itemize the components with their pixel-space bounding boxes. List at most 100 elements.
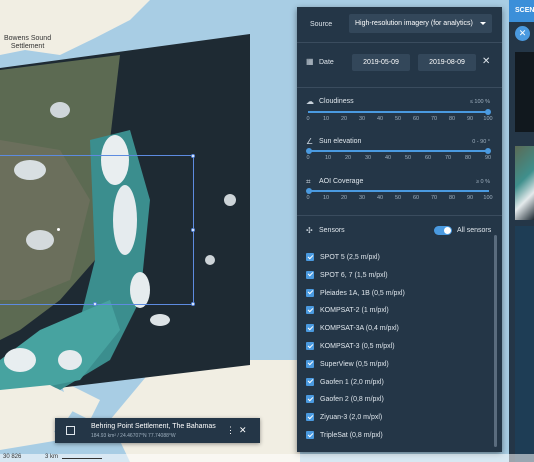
scene-thumbnail[interactable] [515, 52, 534, 132]
aoi-coverage-label: AOI Coverage [319, 178, 364, 185]
all-sensors-label: All sensors [457, 227, 492, 234]
tick-label: 40 [384, 155, 392, 161]
scale-label: 3 km [45, 454, 59, 460]
clear-dates-icon[interactable]: ✕ [482, 57, 490, 67]
aoi-coverage-ticks: 0 10 20 30 40 50 60 70 80 90 100 [305, 195, 493, 202]
divider [297, 42, 502, 43]
sensor-checkbox[interactable] [306, 395, 314, 404]
tick-label: 10 [322, 195, 330, 201]
sensor-label: TripleSat (0,8 m/pxl) [320, 432, 383, 439]
cloud-icon: ☁ [306, 97, 314, 106]
aoi-info-card: Behring Point Settlement, The Bahamas 18… [55, 418, 260, 443]
close-icon[interactable]: ✕ [515, 26, 530, 41]
aoi-coverage-value: ≥ 0 % [475, 179, 490, 185]
sensor-checkbox[interactable] [306, 342, 314, 350]
sun-elevation-icon: ∠ [306, 137, 314, 146]
aoi-coverage-slider-handle[interactable] [306, 188, 312, 194]
tick-label: 0 [306, 116, 310, 122]
tick-label: 90 [484, 155, 492, 161]
cloudiness-value: ≤ 100 % [469, 99, 490, 105]
tick-label: 80 [464, 155, 472, 161]
date-to-input[interactable]: 2019-08-09 [418, 54, 476, 71]
sun-elevation-max-handle[interactable] [485, 148, 491, 154]
satellite-icon: ✣ [306, 226, 313, 235]
sun-elevation-label: Sun elevation [319, 138, 362, 145]
aoi-coverage-slider[interactable] [306, 188, 489, 194]
place-label: Bowens Sound Settlement [4, 35, 52, 50]
sensor-checkbox[interactable] [306, 413, 314, 422]
tick-label: 60 [424, 155, 432, 161]
sensor-checkbox[interactable] [306, 377, 314, 386]
sensor-label: SuperView (0,5 m/pxl) [320, 360, 389, 368]
frame-icon[interactable] [66, 426, 75, 435]
aoi-handle-top-right[interactable] [191, 154, 195, 158]
sensor-label: KOMPSAT-2 (1 m/pxl) [320, 307, 389, 315]
tick-label: 30 [364, 155, 372, 161]
scale-line [62, 458, 102, 459]
cloudiness-slider-handle[interactable] [485, 109, 491, 115]
close-icon[interactable]: ✕ [239, 425, 247, 436]
tick-label: 50 [394, 195, 402, 201]
tick-label: 10 [322, 116, 330, 122]
sensor-label: SPOT 6, 7 (1,5 m/pxl) [320, 271, 388, 279]
date-from-input[interactable]: 2019-05-09 [352, 54, 410, 71]
all-sensors-toggle[interactable] [434, 226, 452, 235]
scenes-panel-header[interactable]: SCEN [509, 0, 534, 22]
chevron-down-icon [480, 22, 486, 25]
search-filters-panel: Source High-resolution imagery (for anal… [297, 7, 502, 452]
tick-label: 20 [344, 155, 352, 161]
tick-label: 80 [448, 116, 456, 122]
aoi-title: Behring Point Settlement, The Bahamas [91, 423, 216, 430]
aoi-handle-bottom-right[interactable] [191, 302, 195, 306]
aoi-handle-right-mid[interactable] [191, 228, 195, 232]
cloudiness-label: Cloudiness [319, 98, 354, 105]
sensor-label: Gaofen 1 (2,0 m/pxl) [320, 378, 384, 386]
scene-thumbnail[interactable] [515, 226, 534, 462]
tick-label: 80 [448, 195, 456, 201]
crop-icon: ⌗ [306, 177, 311, 186]
date-label: Date [319, 59, 334, 66]
source-label: Source [310, 21, 333, 28]
sun-elevation-min-handle[interactable] [306, 148, 312, 154]
tick-label: 70 [430, 116, 438, 122]
sensor-checkbox[interactable] [306, 270, 314, 279]
sensor-list-scrollbar[interactable] [494, 235, 497, 447]
tick-label: 100 [483, 116, 493, 122]
scene-thumbnail[interactable] [515, 146, 534, 220]
aoi-center-handle[interactable] [57, 228, 60, 231]
tick-label: 60 [412, 116, 420, 122]
source-select-value: High-resolution imagery (for analytics) [355, 20, 473, 27]
sensor-checkbox[interactable] [306, 288, 314, 297]
sensor-checkbox[interactable] [306, 306, 314, 315]
cloudiness-slider[interactable] [308, 109, 491, 115]
source-select[interactable]: High-resolution imagery (for analytics) [349, 14, 492, 33]
tick-label: 70 [430, 195, 438, 201]
tick-label: 60 [412, 195, 420, 201]
more-vert-icon[interactable]: ⋮ [226, 425, 235, 436]
aoi-handle-bottom-mid[interactable] [93, 302, 97, 306]
aoi-subtitle: 184.93 km² / 24.46707°N 77.74088°W [91, 433, 176, 439]
aoi-rectangle[interactable] [0, 154, 195, 306]
divider [297, 87, 502, 88]
tick-label: 100 [483, 195, 493, 201]
sensor-checkbox[interactable] [306, 359, 314, 368]
sensor-label: SPOT 5 (2,5 m/pxl) [320, 254, 380, 261]
map-scale-bar: 30 826 3 km [0, 454, 534, 462]
tick-label: 90 [466, 195, 474, 201]
sensor-checkbox[interactable] [306, 253, 314, 261]
sensor-checkbox[interactable] [306, 431, 314, 439]
tick-label: 90 [466, 116, 474, 122]
tick-label: 0 [306, 195, 310, 201]
tick-label: 50 [404, 155, 412, 161]
tick-label: 30 [358, 195, 366, 201]
tick-label: 50 [394, 116, 402, 122]
sensor-label: Ziyuan-3 (2,0 m/pxl) [320, 414, 383, 422]
sensor-checkbox[interactable] [306, 324, 314, 333]
sensor-label: Gaofen 2 (0,8 m/pxl) [320, 396, 384, 404]
sensor-label: KOMPSAT-3 (0,5 m/pxl) [320, 343, 395, 350]
tick-label: 70 [444, 155, 452, 161]
sun-elevation-value: 0 - 90 ° [472, 139, 490, 145]
tick-label: 20 [340, 116, 348, 122]
tick-label: 20 [340, 195, 348, 201]
sun-elevation-slider[interactable] [306, 148, 491, 154]
